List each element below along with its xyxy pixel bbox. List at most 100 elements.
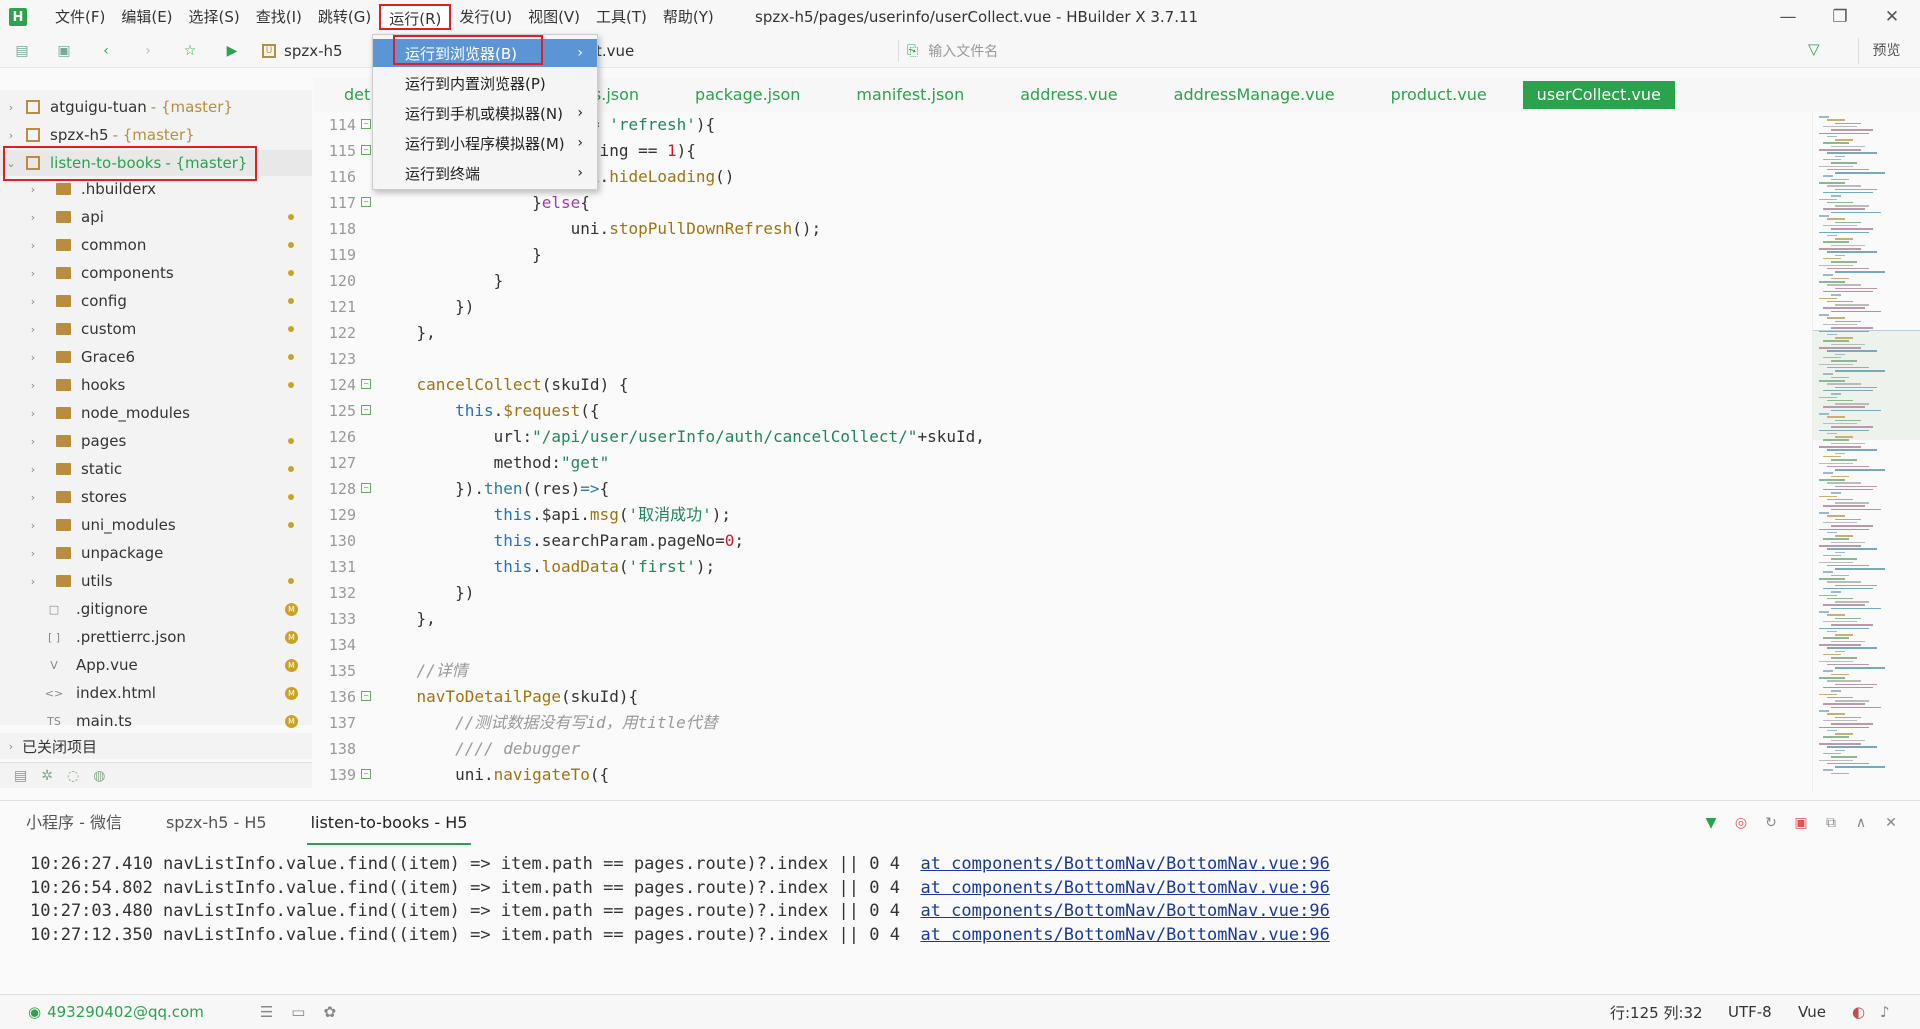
palette-icon[interactable]: ◍: [93, 768, 105, 784]
menu-item[interactable]: 文件(F): [47, 4, 113, 30]
tree-item[interactable]: › stores: [0, 484, 312, 510]
debug-icon[interactable]: ✲: [41, 768, 53, 784]
menu-item[interactable]: 工具(T): [588, 4, 655, 30]
filter-icon[interactable]: ▽: [1808, 40, 1820, 58]
project-item[interactable]: › spzx-h5 - {master}: [0, 122, 312, 148]
filter-level-icon[interactable]: ▼: [1696, 815, 1726, 831]
code-line[interactable]: 123: [314, 346, 1814, 372]
chevron-right-icon[interactable]: ›: [26, 435, 40, 448]
code-line[interactable]: 122 },: [314, 320, 1814, 346]
cursor-position[interactable]: 行:125 列:32: [1610, 1002, 1703, 1023]
code-line[interactable]: 130 this.searchParam.pageNo=0;: [314, 528, 1814, 554]
menu-item[interactable]: 发行(U): [451, 4, 520, 30]
console-source-link[interactable]: at components/BottomNav/BottomNav.vue:96: [920, 854, 1329, 874]
tree-item[interactable]: › unpackage: [0, 540, 312, 566]
code-line[interactable]: 125− this.$request({: [314, 398, 1814, 424]
run-menu-item[interactable]: 运行到手机或模拟器(N) ›: [373, 99, 597, 127]
code-line[interactable]: 120 }: [314, 268, 1814, 294]
restart-icon[interactable]: ↻: [1756, 815, 1786, 831]
chevron-right-icon[interactable]: ›: [26, 547, 40, 560]
minimize-icon[interactable]: —: [1764, 0, 1812, 34]
menu-item[interactable]: 选择(S): [181, 4, 248, 30]
code-line[interactable]: 136− navToDetailPage(skuId){: [314, 684, 1814, 710]
tree-item[interactable]: □ .gitignore M: [0, 596, 312, 622]
close-icon[interactable]: ✕: [1868, 0, 1916, 34]
run-menu-item[interactable]: 运行到内置浏览器(P): [373, 69, 597, 97]
code-line[interactable]: 127 method:"get": [314, 450, 1814, 476]
plugin-icon[interactable]: ✿: [323, 1003, 336, 1021]
tree-item[interactable]: › custom: [0, 316, 312, 342]
run-menu-item[interactable]: 运行到小程序模拟器(M) ›: [373, 129, 597, 157]
code-line[interactable]: 131 this.loadData('first');: [314, 554, 1814, 580]
code-line[interactable]: 117− }else{: [314, 190, 1814, 216]
fold-toggle-icon[interactable]: −: [361, 405, 371, 415]
chevron-right-icon[interactable]: ›: [26, 379, 40, 392]
code-line[interactable]: 124− cancelCollect(skuId) {: [314, 372, 1814, 398]
editor-tab[interactable]: userCollect.vue: [1522, 81, 1675, 109]
chevron-right-icon[interactable]: ›: [26, 183, 40, 196]
closed-projects[interactable]: › 已关闭项目: [0, 733, 312, 759]
fold-toggle-icon[interactable]: −: [361, 145, 371, 155]
chevron-right-icon[interactable]: ›: [26, 407, 40, 420]
tree-item[interactable]: V App.vue M: [0, 652, 312, 678]
console-tab[interactable]: 小程序 - 微信: [22, 801, 126, 845]
language-mode[interactable]: Vue: [1798, 1003, 1826, 1021]
tree-item[interactable]: › api: [0, 204, 312, 230]
tree-item[interactable]: TS main.ts M: [0, 708, 312, 734]
editor-tab[interactable]: address.vue: [992, 81, 1145, 109]
menu-item[interactable]: 帮助(Y): [655, 4, 722, 30]
console-tab[interactable]: spzx-h5 - H5: [162, 801, 271, 845]
chevron-right-icon[interactable]: ›: [26, 239, 40, 252]
code-line[interactable]: 129 this.$api.msg('取消成功');: [314, 502, 1814, 528]
tree-item[interactable]: › node_modules: [0, 400, 312, 426]
code-line[interactable]: 137 //测试数据没有写id，用title代替: [314, 710, 1814, 736]
code-line[interactable]: 121 }): [314, 294, 1814, 320]
fold-toggle-icon[interactable]: −: [361, 119, 371, 129]
feedback-icon[interactable]: ◐: [1852, 1003, 1865, 1021]
run-icon[interactable]: ▶: [222, 41, 242, 61]
editor-tab[interactable]: addressManage.vue: [1146, 81, 1363, 109]
tree-item[interactable]: › hooks: [0, 372, 312, 398]
stop-icon[interactable]: ◎: [1726, 815, 1756, 831]
code-line[interactable]: 134: [314, 632, 1814, 658]
run-menu-item[interactable]: 运行到终端 ›: [373, 159, 597, 187]
chevron-right-icon[interactable]: ›: [26, 211, 40, 224]
menu-item[interactable]: 视图(V): [520, 4, 588, 30]
fold-toggle-icon[interactable]: −: [361, 769, 371, 779]
code-line[interactable]: 119 }: [314, 242, 1814, 268]
code-line[interactable]: 132 }): [314, 580, 1814, 606]
preview-button[interactable]: 预览: [1858, 38, 1914, 64]
tree-item[interactable]: › common: [0, 232, 312, 258]
breadcrumb-project[interactable]: spzx-h5: [284, 40, 343, 62]
breadcrumb[interactable]: U spzx-h5: [262, 40, 343, 62]
close-panel-icon[interactable]: ✕: [1876, 815, 1906, 831]
code-line[interactable]: 133 },: [314, 606, 1814, 632]
notification-bell-icon[interactable]: ♪: [1880, 1003, 1890, 1021]
tree-item[interactable]: › uni_modules: [0, 512, 312, 538]
editor-tab[interactable]: product.vue: [1363, 81, 1515, 109]
fold-toggle-icon[interactable]: −: [361, 197, 371, 207]
menu-item[interactable]: 运行(R): [379, 4, 452, 30]
clear-icon[interactable]: ▣: [1786, 815, 1816, 831]
code-line[interactable]: 126 url:"/api/user/userInfo/auth/cancelC…: [314, 424, 1814, 450]
open-external-icon[interactable]: ⧉: [1816, 815, 1846, 831]
tree-item[interactable]: › utils: [0, 568, 312, 594]
chevron-right-icon[interactable]: ›: [4, 129, 18, 142]
chevron-right-icon[interactable]: ›: [26, 575, 40, 588]
fold-toggle-icon[interactable]: −: [361, 691, 371, 701]
tree-item[interactable]: › Grace6: [0, 344, 312, 370]
code-line[interactable]: 128− }).then((res)=>{: [314, 476, 1814, 502]
back-icon[interactable]: ‹: [96, 41, 116, 61]
tree-item[interactable]: › config: [0, 288, 312, 314]
chevron-right-icon[interactable]: ›: [26, 519, 40, 532]
list-icon[interactable]: ☰: [260, 1003, 273, 1021]
chevron-right-icon[interactable]: ›: [26, 295, 40, 308]
tree-item[interactable]: [ ] .prettierrc.json M: [0, 624, 312, 650]
file-search-input[interactable]: ⎘ 输入文件名: [898, 40, 1598, 62]
project-manager-icon[interactable]: ▤: [14, 768, 27, 784]
chevron-right-icon[interactable]: ›: [26, 491, 40, 504]
chevron-right-icon[interactable]: ›: [26, 323, 40, 336]
git-icon[interactable]: ◌: [67, 768, 79, 784]
encoding[interactable]: UTF-8: [1728, 1003, 1772, 1021]
editor-tab[interactable]: package.json: [667, 81, 828, 109]
